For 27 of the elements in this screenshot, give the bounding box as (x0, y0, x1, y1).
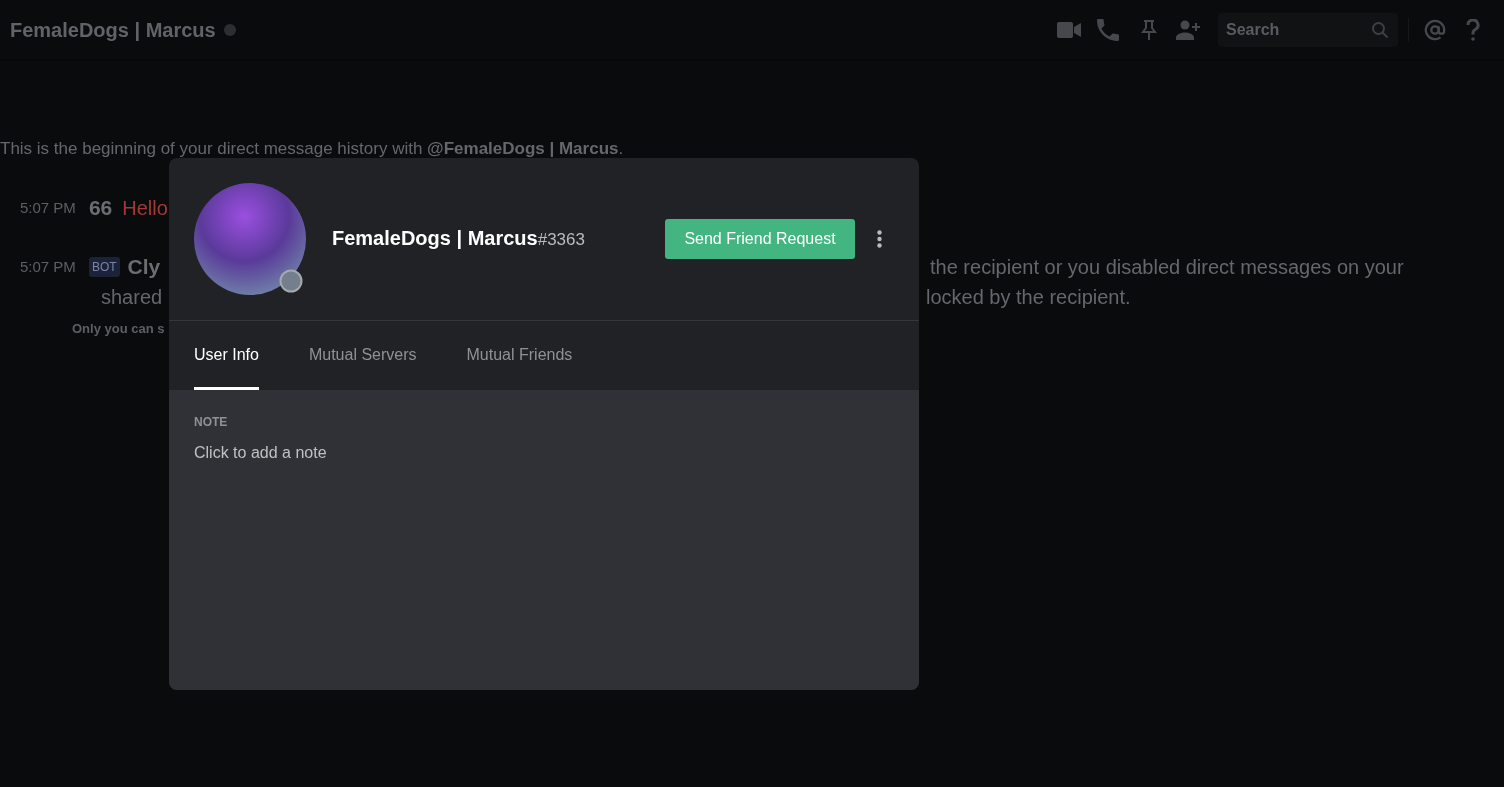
tab[interactable]: Mutual Servers (308, 321, 417, 390)
mention-icon[interactable] (1424, 18, 1446, 41)
ephemeral-notice: Only you can s (72, 320, 165, 338)
more-options-icon[interactable] (877, 230, 882, 248)
note-field[interactable]: Click to add a note (194, 440, 894, 466)
username: FemaleDogs | Marcus (332, 226, 538, 250)
message-text: the recipient or you disabled direct messages on your (930, 255, 1404, 279)
help-icon[interactable] (1466, 18, 1480, 41)
message-text: shared (101, 285, 163, 309)
author-name: 66 (88, 196, 113, 220)
video-camera-icon[interactable] (1057, 21, 1081, 38)
timestamp: 5:07 PM (20, 199, 76, 217)
tab[interactable]: Mutual Friends (466, 321, 573, 390)
phone-icon[interactable] (1097, 18, 1119, 41)
note-label: NOTE (194, 415, 228, 429)
search-icon (1372, 21, 1388, 38)
search-field[interactable]: Search (1218, 12, 1398, 47)
timestamp: 5:07 PM (20, 258, 76, 276)
author-name: Cly (127, 255, 161, 279)
history-start-text: This is the beginning of your direct message history with @FemaleDogs | Marcus. (0, 140, 624, 158)
message-text: locked by the recipient. (926, 285, 1131, 309)
bot-tag: BOT (88, 257, 120, 277)
add-person-icon[interactable] (1176, 19, 1200, 40)
message-text: Hello (122, 196, 168, 220)
user-tag: #3363 (537, 228, 585, 252)
channel-title: FemaleDogs | Marcus (10, 17, 216, 42)
pin-icon[interactable] (1141, 19, 1157, 40)
